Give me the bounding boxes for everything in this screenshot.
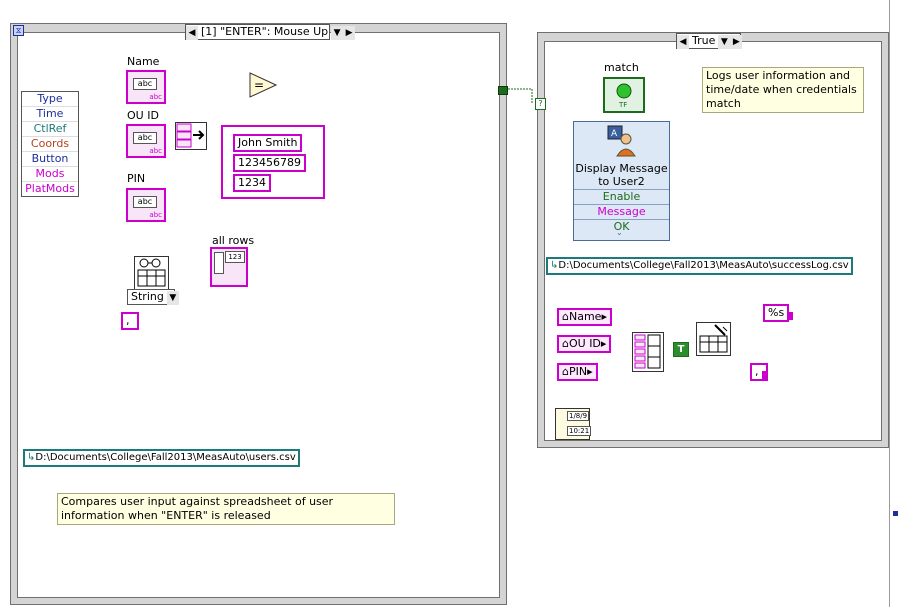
- terminal-message[interactable]: Message: [574, 204, 669, 219]
- match-tag: TF: [619, 101, 628, 109]
- event-data-platmods: PlatMods: [25, 182, 75, 195]
- build-array-icon: [176, 123, 205, 148]
- successlog-path-constant[interactable]: ↳D:\Documents\College\Fall2013\MeasAuto\…: [546, 257, 853, 275]
- event-selector-label: [1] "ENTER": Mouse Up: [201, 25, 329, 38]
- local-variable-icon: ⌂: [562, 365, 569, 378]
- scroll-divider: [889, 0, 890, 607]
- build-array-node[interactable]: [175, 122, 207, 150]
- case-selector[interactable]: ◀ True ▼ ▶: [676, 33, 743, 49]
- build-array-node-case[interactable]: [632, 332, 664, 372]
- match-indicator[interactable]: TF: [603, 77, 645, 113]
- all-rows-indicator[interactable]: 123: [210, 247, 248, 287]
- event-data-coords: Coords: [22, 137, 78, 152]
- successlog-path-value: D:\Documents\College\Fall2013\MeasAuto\s…: [558, 260, 849, 271]
- right-comment: Logs user information and time/date when…: [702, 67, 864, 113]
- pin-control[interactable]: abc abc: [126, 188, 166, 222]
- read-spreadsheet-icon: [137, 258, 166, 287]
- read-delimiter-constant[interactable]: ,: [121, 312, 139, 330]
- svg-text:=: =: [254, 78, 264, 92]
- cluster-value-ouid[interactable]: 123456789: [233, 154, 306, 172]
- chevron-right-icon[interactable]: ▶: [343, 26, 356, 40]
- cluster-value-pin[interactable]: 1234: [233, 174, 271, 192]
- equal-node[interactable]: =: [249, 72, 277, 98]
- event-boolean-tunnel: [498, 86, 508, 95]
- read-spreadsheet-node[interactable]: [134, 256, 169, 290]
- chevron-right-icon[interactable]: ▶: [730, 35, 743, 49]
- all-rows-tag: 123: [225, 251, 245, 263]
- case-selector-terminal: ?: [535, 98, 546, 110]
- chevron-left-icon[interactable]: ◀: [677, 35, 689, 49]
- cluster-value-name[interactable]: John Smith: [233, 134, 303, 152]
- local-variable-icon: ⌂: [562, 337, 569, 350]
- event-data-button: Button: [22, 152, 78, 167]
- pin-control-label: PIN: [127, 172, 146, 185]
- arrow-right-icon: ▸: [601, 310, 607, 323]
- terminal-enable[interactable]: Enable: [574, 189, 669, 204]
- chevron-down-icon[interactable]: ▼: [331, 26, 344, 40]
- ouid-control[interactable]: abc abc: [126, 124, 166, 158]
- type-selector-label: String: [131, 290, 164, 303]
- all-rows-index: [214, 252, 224, 274]
- chevron-left-icon[interactable]: ◀: [186, 26, 198, 40]
- format-string-constant[interactable]: %s: [763, 304, 790, 322]
- local-variable-icon: ⌂: [562, 310, 569, 323]
- build-array-icon: [634, 334, 661, 369]
- svg-text:A: A: [611, 129, 618, 139]
- scroll-thumb[interactable]: [893, 511, 898, 516]
- append-boolean-constant[interactable]: T: [673, 342, 689, 357]
- event-data-mods: Mods: [22, 167, 78, 182]
- expand-chevron-icon[interactable]: ⌄: [616, 228, 623, 237]
- ouid-local-variable[interactable]: ⌂OU ID▸: [557, 335, 612, 353]
- write-spreadsheet-node[interactable]: [696, 322, 731, 356]
- arrow-right-icon: ▸: [587, 365, 593, 378]
- event-data-node[interactable]: Type Time CtlRef Coords Button Mods Plat…: [21, 91, 79, 197]
- users-path-value: D:\Documents\College\Fall2013\MeasAuto\u…: [35, 452, 296, 463]
- write-spreadsheet-icon: [699, 324, 728, 353]
- case-selector-label: True: [692, 34, 716, 47]
- event-data-type: Type: [22, 92, 78, 107]
- left-comment: Compares user input against spreadsheet …: [57, 493, 395, 525]
- match-label: match: [604, 61, 639, 74]
- type-selector[interactable]: String ▼: [127, 289, 179, 305]
- users-path-constant[interactable]: ↳D:\Documents\College\Fall2013\MeasAuto\…: [23, 449, 300, 467]
- name-local-variable[interactable]: ⌂Name▸: [557, 308, 612, 326]
- cluster-constant[interactable]: John Smith 123456789 1234: [221, 125, 325, 199]
- chevron-down-icon[interactable]: ▼: [166, 291, 179, 305]
- event-structure-pin[interactable]: ⧖: [13, 25, 24, 36]
- ouid-control-label: OU ID: [127, 109, 159, 122]
- time-tag: 10:21: [567, 426, 592, 436]
- name-control[interactable]: abc abc: [126, 70, 166, 104]
- pin-local-variable[interactable]: ⌂PIN▸: [557, 363, 598, 381]
- all-rows-label: all rows: [212, 234, 255, 247]
- name-control-label: Name: [127, 55, 160, 68]
- message-person-icon: A: [607, 125, 636, 157]
- arrow-right-icon: ▸: [600, 337, 607, 350]
- get-date-time-node[interactable]: 1/8/9 10:21: [555, 408, 592, 440]
- event-selector[interactable]: ◀ [1] "ENTER": Mouse Up ▼ ▶: [185, 24, 356, 40]
- date-tag: 1/8/9: [567, 411, 590, 421]
- event-data-time: Time: [22, 107, 78, 122]
- chevron-down-icon[interactable]: ▼: [718, 35, 731, 49]
- event-data-ctlref: CtlRef: [22, 122, 78, 137]
- pink-tunnel: [787, 312, 793, 320]
- display-message-title: Display Message to User2: [575, 162, 668, 188]
- display-message-express-vi[interactable]: A Display Message to User2 Enable Messag…: [573, 121, 670, 241]
- pink-tunnel: [762, 371, 768, 379]
